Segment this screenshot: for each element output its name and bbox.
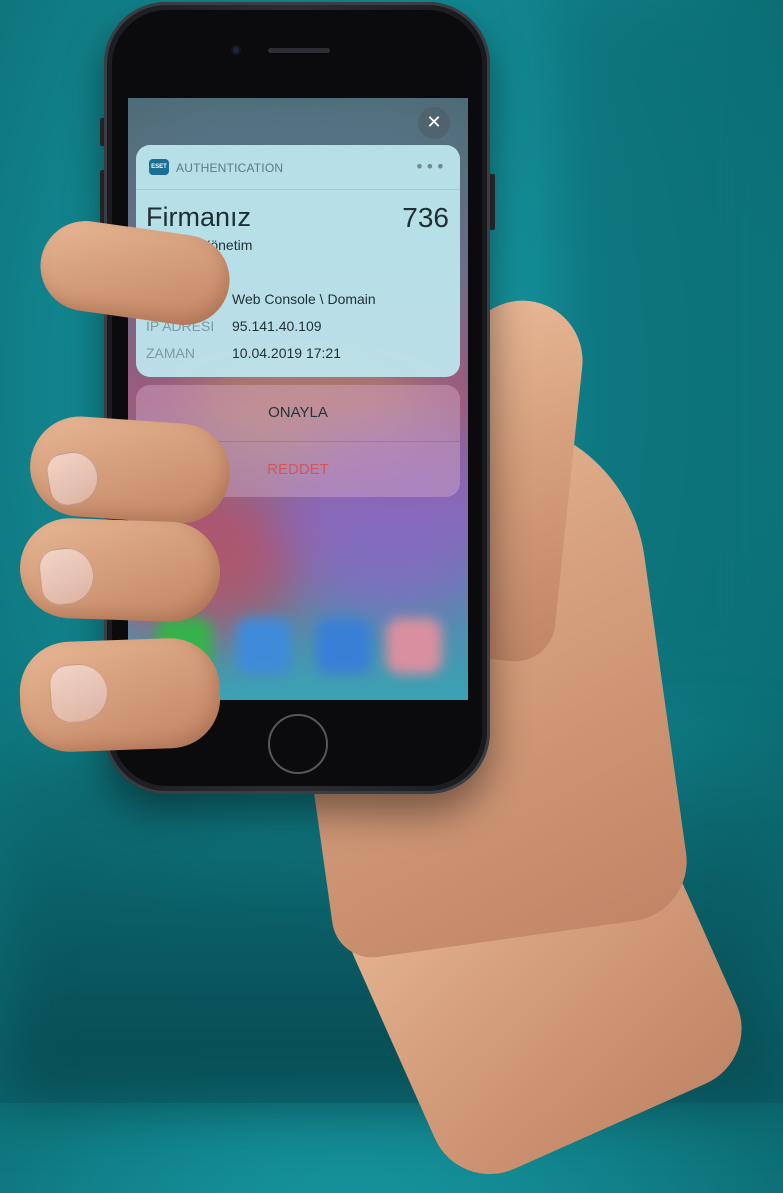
earpiece-speaker	[268, 48, 330, 53]
detail-row-time: ZAMAN 10.04.2019 17:21	[146, 345, 341, 361]
verification-code: 736	[402, 202, 449, 233]
music-app-icon	[386, 618, 442, 674]
little-finger	[18, 636, 222, 754]
detail-key: ZAMAN	[146, 345, 195, 361]
detail-value: 10.04.2019 17:21	[232, 345, 341, 361]
detail-value: Web Console \ Domain	[232, 291, 376, 307]
mail-app-icon	[236, 618, 292, 674]
more-icon[interactable]: •••	[415, 157, 446, 176]
home-button[interactable]	[268, 714, 328, 774]
eset-app-icon: ESET	[149, 159, 169, 175]
detail-value: 95.141.40.109	[232, 318, 322, 334]
close-icon[interactable]: ✕	[418, 107, 450, 139]
app-name: AUTHENTICATION	[176, 161, 284, 175]
notification-header: ESET AUTHENTICATION •••	[136, 145, 460, 190]
notification-title: Firmanız	[146, 202, 252, 232]
front-camera	[231, 45, 241, 55]
safari-app-icon	[316, 618, 372, 674]
